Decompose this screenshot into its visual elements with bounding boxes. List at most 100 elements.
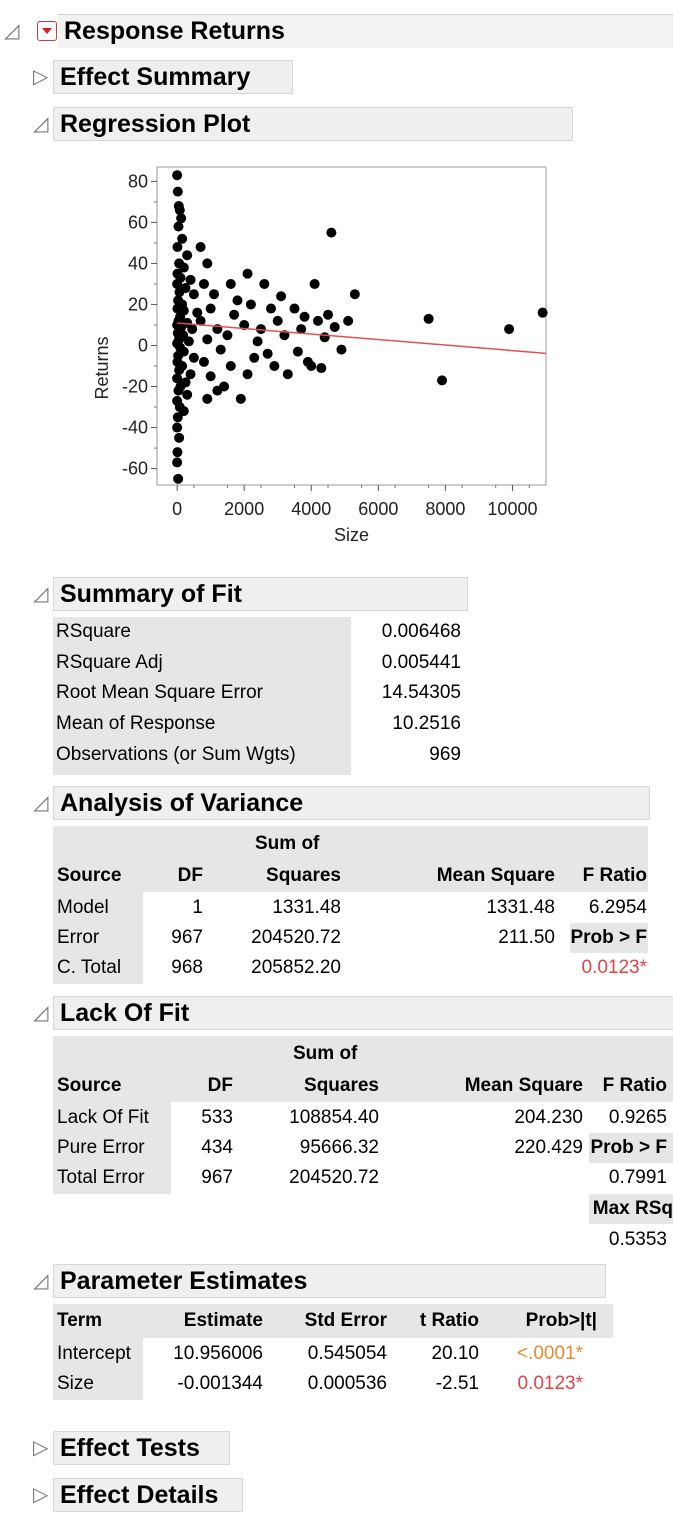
col-header: Mean Square <box>464 1075 583 1096</box>
anova-source: Model <box>57 897 109 918</box>
data-point <box>276 291 287 302</box>
max-rsq-label: Max RSq <box>592 1198 673 1219</box>
param-std-error: 0.545054 <box>307 1343 387 1364</box>
data-point <box>316 363 327 374</box>
data-point <box>205 303 216 314</box>
data-point <box>242 268 253 279</box>
lof-df: 533 <box>201 1107 233 1128</box>
param-estimate: -0.001344 <box>177 1373 263 1394</box>
effect-details-header[interactable]: Effect Details <box>53 1478 243 1512</box>
lof-source: Pure Error <box>57 1137 145 1158</box>
effect-tests-header[interactable]: Effect Tests <box>53 1431 230 1465</box>
data-point <box>229 309 240 320</box>
lof-ms: 220.429 <box>514 1137 583 1158</box>
fit-value: 10.2516 <box>392 713 461 734</box>
prob-value: 0.7991 <box>608 1167 667 1188</box>
col-header: Sum of <box>293 1043 358 1064</box>
col-header: Estimate <box>183 1310 263 1331</box>
y-tick-label: 40 <box>128 253 148 273</box>
anova-df: 968 <box>171 957 203 978</box>
col-header: Std Error <box>304 1310 387 1331</box>
data-point <box>173 221 184 232</box>
lof-ss: 204520.72 <box>289 1167 379 1188</box>
data-point <box>262 348 273 359</box>
data-point <box>423 313 434 324</box>
summary-of-fit-table: RSquare 0.006468 RSquare Adj 0.005441 Ro… <box>53 617 473 777</box>
col-header: Source <box>57 1075 122 1096</box>
col-header: DF <box>207 1075 233 1096</box>
param-std-error: 0.000536 <box>307 1373 387 1394</box>
data-point <box>349 289 360 300</box>
lof-source: Lack Of Fit <box>57 1107 149 1128</box>
data-point <box>182 250 193 261</box>
effect-summary-header[interactable]: Effect Summary <box>53 60 293 94</box>
data-point <box>249 352 260 363</box>
report-title[interactable]: Response Returns <box>58 14 673 48</box>
data-point <box>269 361 280 372</box>
lack-of-fit-table: Sum of Source DF Squares Mean Square F R… <box>53 1036 673 1250</box>
x-tick-label: 6000 <box>358 499 398 519</box>
x-tick-label: 8000 <box>425 499 465 519</box>
data-point <box>188 352 199 363</box>
y-tick-label: -60 <box>122 459 148 479</box>
data-point <box>205 371 216 382</box>
y-axis-label: Returns <box>92 336 112 399</box>
collapse-triangle-icon[interactable]: ◿ <box>33 577 48 611</box>
fit-label: Observations (or Sum Wgts) <box>56 744 296 765</box>
expand-triangle-icon[interactable]: ▷ <box>33 1478 48 1512</box>
col-header: Term <box>57 1310 103 1331</box>
data-point <box>259 278 270 289</box>
data-point <box>299 311 310 322</box>
col-header: DF <box>177 865 203 886</box>
y-tick-label: -40 <box>122 418 148 438</box>
col-header: Squares <box>266 865 341 886</box>
col-header: t Ratio <box>419 1310 479 1331</box>
data-point <box>187 324 198 335</box>
data-point <box>306 361 317 372</box>
data-point <box>242 369 253 380</box>
data-point <box>183 336 194 347</box>
param-t-ratio: -2.51 <box>435 1373 479 1394</box>
data-point <box>215 344 226 355</box>
anova-ss: 1331.48 <box>272 897 341 918</box>
data-point <box>282 369 293 380</box>
data-point <box>172 242 183 253</box>
data-point <box>309 278 320 289</box>
collapse-triangle-icon[interactable]: ◿ <box>33 1264 48 1298</box>
red-triangle-menu-icon[interactable] <box>37 21 57 41</box>
col-header: Squares <box>304 1075 379 1096</box>
lack-of-fit-header[interactable]: Lack Of Fit <box>53 996 673 1030</box>
lof-ss: 95666.32 <box>299 1137 379 1158</box>
lof-ms: 204.230 <box>514 1107 583 1128</box>
parameter-estimates-header[interactable]: Parameter Estimates <box>53 1264 606 1298</box>
data-point <box>172 422 183 433</box>
summary-of-fit-header[interactable]: Summary of Fit <box>53 577 468 611</box>
fit-value: 14.54305 <box>381 682 461 703</box>
collapse-triangle-icon[interactable]: ◿ <box>33 786 48 820</box>
anova-source: C. Total <box>57 957 122 978</box>
data-point <box>209 289 220 300</box>
fit-label: Mean of Response <box>56 713 216 734</box>
anova-table: Sum of Source DF Squares Mean Square F R… <box>53 826 653 984</box>
data-point <box>289 303 300 314</box>
data-point <box>266 303 277 314</box>
x-tick-label: 2000 <box>224 499 264 519</box>
col-header: F Ratio <box>602 1075 667 1096</box>
expand-triangle-icon[interactable]: ▷ <box>33 1431 48 1465</box>
collapse-triangle-icon[interactable]: ◿ <box>4 14 19 48</box>
expand-triangle-icon[interactable]: ▷ <box>33 60 48 94</box>
prob-label: Prob > F <box>570 927 647 948</box>
collapse-triangle-icon[interactable]: ◿ <box>33 996 48 1030</box>
data-point <box>329 322 340 333</box>
data-point <box>225 278 236 289</box>
data-point <box>219 381 230 392</box>
data-point <box>323 309 334 320</box>
anova-ss: 204520.72 <box>251 927 341 948</box>
anova-df: 1 <box>192 897 203 918</box>
data-point <box>172 170 183 181</box>
regression-plot-header[interactable]: Regression Plot <box>53 107 573 141</box>
data-point <box>272 315 283 326</box>
anova-header[interactable]: Analysis of Variance <box>53 786 650 820</box>
collapse-triangle-icon[interactable]: ◿ <box>33 107 48 141</box>
x-axis-label: Size <box>334 525 369 545</box>
